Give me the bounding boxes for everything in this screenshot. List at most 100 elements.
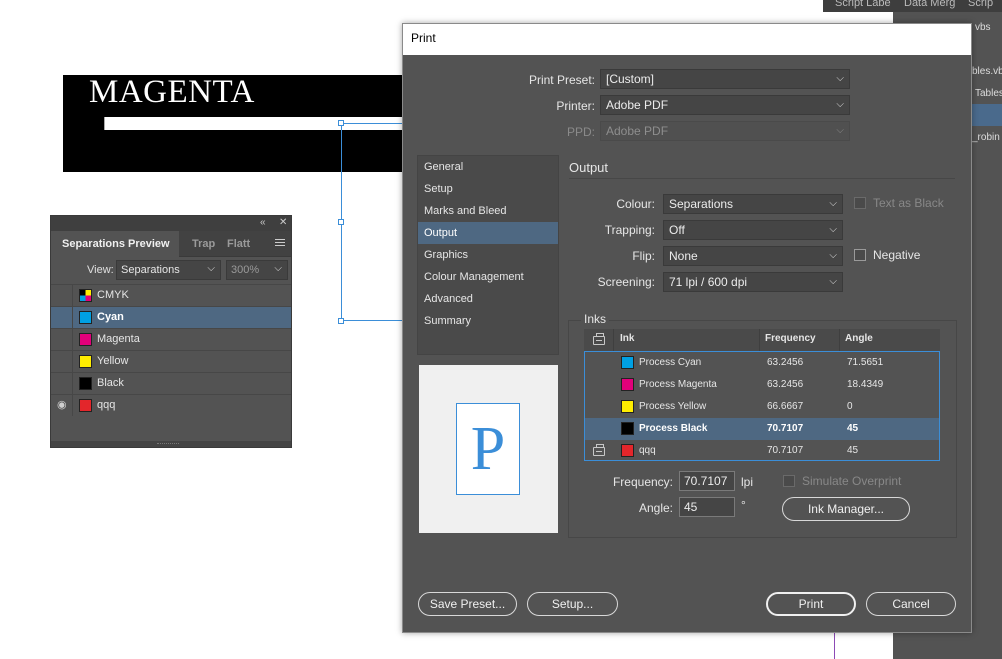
nav-item-advanced[interactable]: Advanced: [418, 288, 558, 310]
color-swatch: [79, 311, 92, 324]
ink-manager-button[interactable]: Ink Manager...: [782, 497, 910, 521]
text-as-black-label: Text as Black: [873, 196, 944, 210]
separation-row-cyan[interactable]: Cyan: [51, 306, 291, 328]
separation-row-qqq[interactable]: ◉ qqq: [51, 394, 291, 416]
ink-row[interactable]: Process Magenta 63.2456 18.4349: [585, 374, 939, 396]
zoom-select[interactable]: 300% ⌵: [226, 260, 288, 280]
visibility-toggle[interactable]: [51, 307, 73, 328]
separation-name: Cyan: [97, 311, 124, 323]
nav-item-graphics[interactable]: Graphics: [418, 244, 558, 266]
screening-select[interactable]: 71 lpi / 600 dpi ⌵: [663, 272, 843, 292]
ink-column-header[interactable]: Ink: [620, 333, 634, 344]
separation-row-cmyk[interactable]: CMYK: [51, 284, 291, 306]
nav-item-colour-management[interactable]: Colour Management: [418, 266, 558, 288]
view-select-value: Separations: [121, 264, 180, 276]
ink-frequency: 63.2456: [767, 357, 804, 368]
ink-angle: 0: [847, 401, 853, 412]
panel-title-bar[interactable]: « ✕: [51, 216, 291, 231]
right-panel-selected-item[interactable]: [972, 104, 1002, 126]
simulate-overprint-checkbox[interactable]: [783, 475, 795, 487]
tab-script-label[interactable]: Script Labe: [835, 0, 891, 9]
visibility-toggle[interactable]: ◉: [51, 395, 73, 416]
tab-scripts[interactable]: Scrip: [968, 0, 993, 9]
eye-icon[interactable]: ◉: [57, 398, 67, 411]
screening-value: 71 lpi / 600 dpi: [669, 275, 748, 289]
right-panel-item[interactable]: bles.vb: [972, 66, 1002, 77]
color-swatch: [79, 333, 92, 346]
preview-page: P: [456, 403, 520, 495]
printer-select[interactable]: Adobe PDF ⌵: [600, 95, 850, 115]
frequency-input-value: 70.7107: [684, 474, 728, 488]
nav-item-summary[interactable]: Summary: [418, 310, 558, 332]
separations-list: CMYK Cyan Magenta Yellow Black ◉ qqq: [51, 284, 291, 416]
nav-item-output[interactable]: Output: [418, 222, 558, 244]
print-preset-select[interactable]: [Custom] ⌵: [600, 69, 850, 89]
ppd-value: Adobe PDF: [606, 124, 669, 138]
nav-item-marks-and-bleed[interactable]: Marks and Bleed: [418, 200, 558, 222]
frame-handle-middle[interactable]: [338, 219, 344, 225]
right-panel-item[interactable]: _robin: [972, 132, 1000, 143]
print-button[interactable]: Print: [766, 592, 856, 616]
cancel-button[interactable]: Cancel: [866, 592, 956, 616]
preview-letter: P: [470, 415, 506, 483]
separation-name: Black: [97, 377, 124, 389]
panel-menu-icon[interactable]: [275, 239, 285, 248]
separation-name: qqq: [97, 399, 116, 411]
frame-handle-top[interactable]: [338, 120, 344, 126]
visibility-toggle[interactable]: [51, 351, 73, 372]
ink-row[interactable]: Process Black 70.7107 45: [585, 418, 939, 440]
frequency-input[interactable]: 70.7107: [679, 471, 735, 491]
view-row: View: Separations ⌵ 300% ⌵: [51, 257, 291, 284]
angle-column-header[interactable]: Angle: [845, 333, 873, 344]
text-as-black-checkbox[interactable]: [854, 197, 866, 209]
save-preset-button[interactable]: Save Preset...: [418, 592, 517, 616]
angle-input-value: 45: [684, 500, 698, 514]
separation-row-black[interactable]: Black: [51, 372, 291, 394]
tab-trap[interactable]: Trap: [192, 231, 215, 257]
printer-icon[interactable]: [593, 444, 605, 456]
page-preview: P: [419, 365, 558, 533]
colour-value: Separations: [669, 197, 734, 211]
right-panel-item[interactable]: vbs: [975, 22, 991, 33]
colour-select[interactable]: Separations ⌵: [663, 194, 843, 214]
view-select[interactable]: Separations ⌵: [116, 260, 221, 280]
tab-flattener[interactable]: Flatt: [227, 231, 250, 257]
color-swatch: [79, 377, 92, 390]
flip-select[interactable]: None ⌵: [663, 246, 843, 266]
visibility-toggle[interactable]: [51, 329, 73, 350]
nav-item-general[interactable]: General: [418, 156, 558, 178]
trapping-select[interactable]: Off ⌵: [663, 220, 843, 240]
color-swatch: [79, 355, 92, 368]
ppd-label: PPD:: [566, 125, 595, 139]
ink-row[interactable]: Process Cyan 63.2456 71.5651: [585, 352, 939, 374]
inks-section-title: Inks: [581, 312, 610, 326]
panel-resize-grip[interactable]: [51, 441, 291, 447]
tab-data-merge[interactable]: Data Merg: [904, 0, 955, 9]
document-margin-line: [834, 630, 835, 659]
output-section-title: Output: [569, 160, 609, 175]
ink-row[interactable]: qqq 70.7107 45: [585, 440, 939, 462]
right-panel-tabs: Script Labe Data Merg Scrip: [823, 0, 1002, 12]
visibility-toggle[interactable]: [51, 285, 73, 306]
frame-handle-bottom[interactable]: [338, 318, 344, 324]
separation-row-magenta[interactable]: Magenta: [51, 328, 291, 350]
close-icon[interactable]: ✕: [279, 217, 287, 228]
negative-checkbox[interactable]: [854, 249, 866, 261]
ink-row[interactable]: Process Yellow 66.6667 0: [585, 396, 939, 418]
document-selected-frame[interactable]: [341, 123, 411, 321]
printer-value: Adobe PDF: [606, 98, 669, 112]
right-panel-item[interactable]: Tables: [975, 88, 1002, 99]
collapse-icon[interactable]: «: [260, 217, 266, 228]
flip-value: None: [669, 249, 698, 263]
separation-row-yellow[interactable]: Yellow: [51, 350, 291, 372]
dialog-title[interactable]: Print: [403, 24, 971, 55]
nav-item-setup[interactable]: Setup: [418, 178, 558, 200]
panel-tabs: Separations Preview Trap Flatt: [51, 231, 291, 257]
frequency-column-header[interactable]: Frequency: [765, 333, 816, 344]
visibility-toggle[interactable]: [51, 373, 73, 394]
ink-swatch: [621, 400, 634, 413]
ink-angle: 18.4349: [847, 379, 884, 390]
setup-button[interactable]: Setup...: [527, 592, 618, 616]
tab-separations-preview[interactable]: Separations Preview: [51, 231, 179, 257]
angle-input[interactable]: 45: [679, 497, 735, 517]
